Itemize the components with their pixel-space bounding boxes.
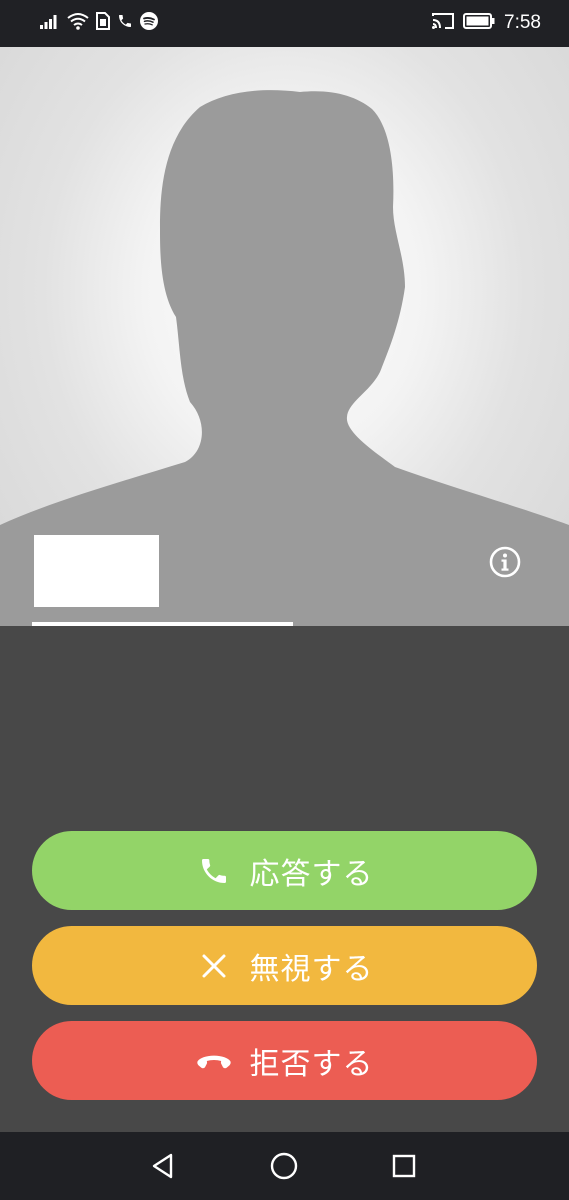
phone-icon bbox=[117, 13, 133, 33]
info-button[interactable] bbox=[489, 546, 521, 578]
sim-icon bbox=[96, 12, 110, 34]
caller-name bbox=[34, 535, 159, 607]
phone-answer-icon bbox=[196, 853, 232, 889]
home-button[interactable] bbox=[268, 1150, 300, 1182]
recents-icon bbox=[392, 1154, 416, 1178]
status-icons-left bbox=[40, 12, 158, 34]
back-icon bbox=[152, 1153, 173, 1179]
call-actions-area: 応答する 無視する 拒否する bbox=[0, 626, 569, 1132]
status-icons-right: 7:58 bbox=[432, 12, 541, 34]
status-bar: 7:58 bbox=[0, 0, 569, 47]
wifi-icon bbox=[67, 12, 89, 34]
spotify-icon bbox=[140, 12, 158, 34]
back-button[interactable] bbox=[147, 1150, 179, 1182]
close-icon bbox=[196, 948, 232, 984]
battery-icon bbox=[463, 13, 495, 33]
caller-photo-area bbox=[0, 47, 569, 626]
recents-button[interactable] bbox=[388, 1150, 420, 1182]
signal-icon bbox=[40, 13, 60, 33]
info-icon bbox=[489, 546, 521, 578]
answer-button[interactable]: 応答する bbox=[32, 831, 537, 910]
status-time: 7:58 bbox=[504, 12, 541, 33]
phone-hangup-icon bbox=[196, 1043, 232, 1079]
cast-icon bbox=[432, 12, 455, 34]
ignore-button[interactable]: 無視する bbox=[32, 926, 537, 1005]
navigation-bar bbox=[0, 1132, 569, 1200]
home-icon bbox=[270, 1152, 298, 1180]
answer-label: 応答する bbox=[249, 856, 374, 892]
ignore-label: 無視する bbox=[249, 951, 374, 987]
decline-label: 拒否する bbox=[249, 1046, 374, 1082]
decline-button[interactable]: 拒否する bbox=[32, 1021, 537, 1100]
